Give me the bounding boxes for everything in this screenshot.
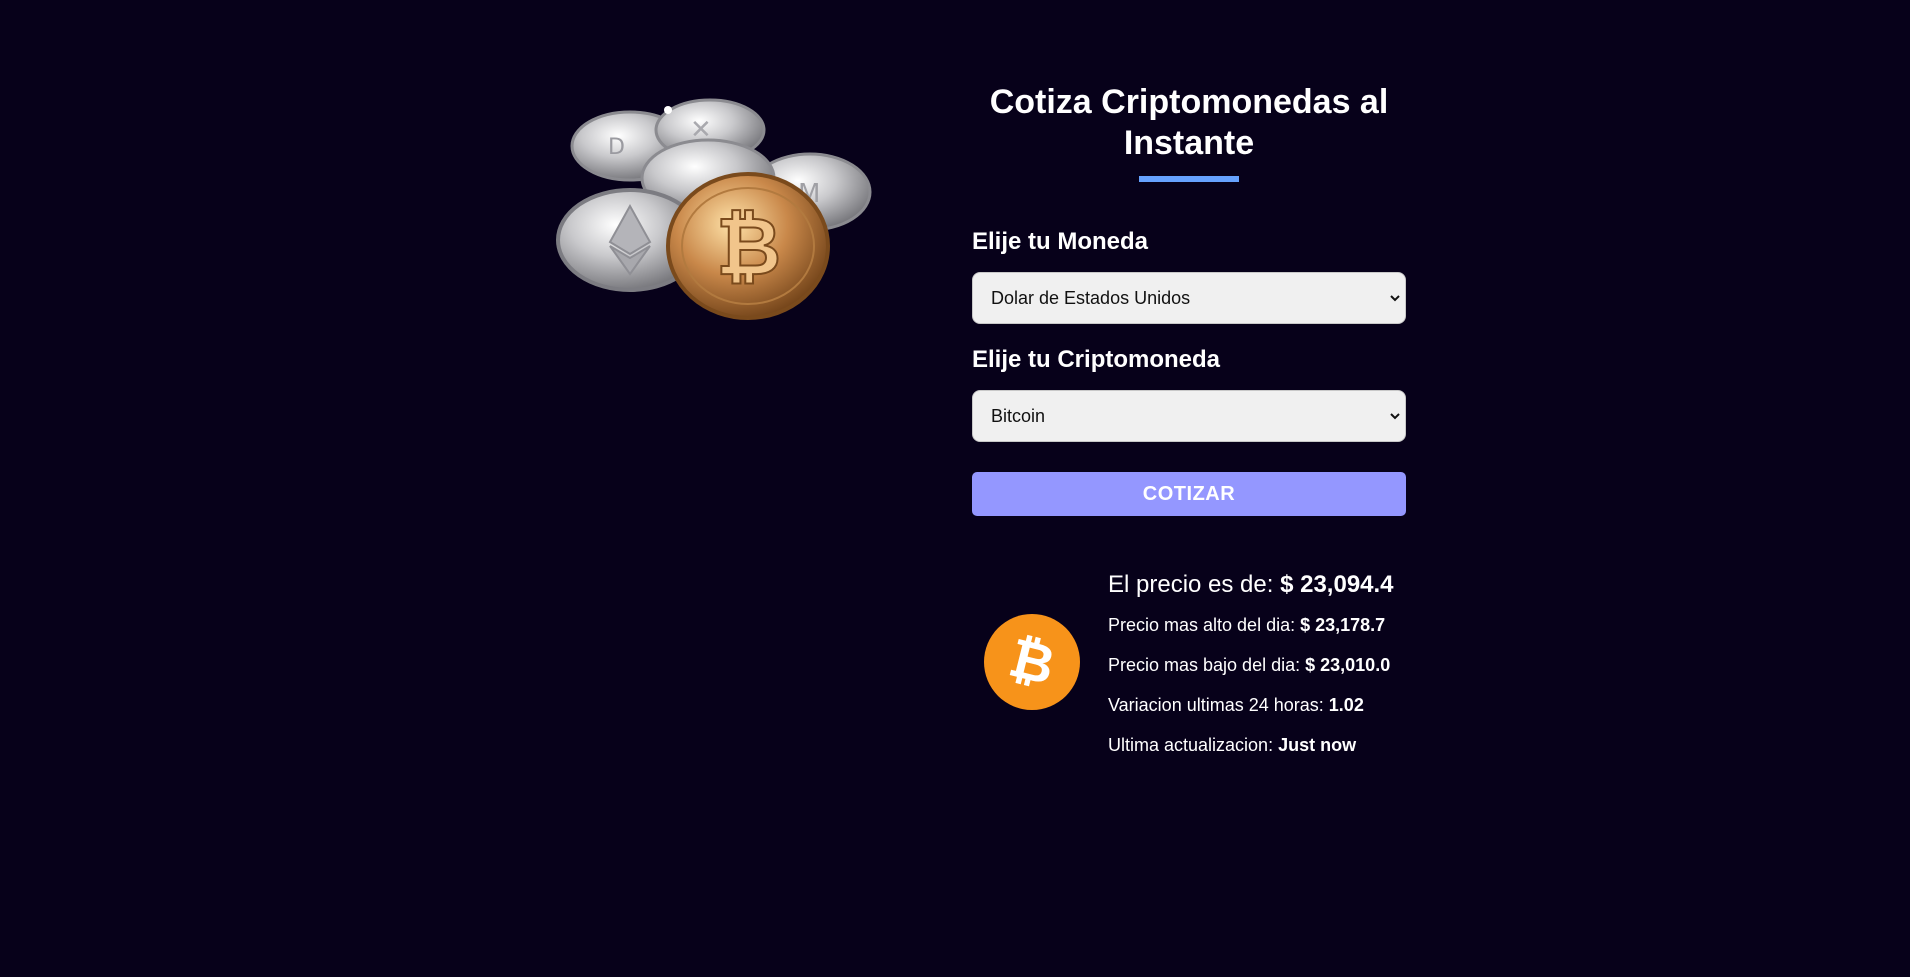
crypto-label: Elije tu Criptomoneda: [972, 346, 1221, 373]
quote-result: ₿ El precio es de: $ 23,094.4 Precio mas…: [972, 570, 1406, 770]
low-price-value: $ 23,010.0: [1305, 655, 1391, 675]
price-label: El precio es de:: [1108, 571, 1274, 598]
title-underline: [1139, 176, 1239, 182]
svg-text:D: D: [608, 135, 625, 160]
currency-label: Elije tu Moneda: [972, 228, 1149, 255]
cotizar-button[interactable]: COTIZAR: [972, 472, 1406, 516]
page: ✕ D M ₿ Cotiza Criptomonedas al Instante…: [0, 0, 1910, 977]
crypto-select[interactable]: Bitcoin: [972, 390, 1406, 442]
crypto-select-value: Bitcoin: [991, 406, 1046, 426]
high-price-line: Precio mas alto del dia: $ 23,178.7: [1108, 614, 1394, 636]
currency-select-value: Dolar de Estados Unidos: [991, 288, 1191, 308]
page-title: Cotiza Criptomonedas al Instante: [989, 83, 1389, 162]
svg-text:✕: ✕: [690, 115, 712, 145]
low-price-label: Precio mas bajo del dia:: [1108, 655, 1301, 675]
bitcoin-logo-icon: ₿: [984, 614, 1080, 710]
svg-text:₿: ₿: [716, 200, 781, 293]
low-price-line: Precio mas bajo del dia: $ 23,010.0: [1108, 654, 1394, 676]
change-24h-value: 1.02: [1328, 695, 1364, 715]
quote-details: El precio es de: $ 23,094.4 Precio mas a…: [1108, 570, 1394, 774]
last-update-value: Just now: [1278, 735, 1357, 755]
chevron-down-icon: [1390, 413, 1400, 420]
last-update-label: Ultima actualizacion:: [1108, 735, 1274, 755]
high-price-label: Precio mas alto del dia:: [1108, 615, 1296, 635]
main-content: Cotiza Criptomonedas al Instante Elije t…: [972, 82, 1406, 770]
change-24h-label: Variacion ultimas 24 horas:: [1108, 695, 1324, 715]
last-update-line: Ultima actualizacion: Just now: [1108, 734, 1394, 756]
crypto-coins-image: ✕ D M ₿: [540, 88, 880, 328]
chevron-down-icon: [1390, 295, 1400, 302]
currency-select[interactable]: Dolar de Estados Unidos: [972, 272, 1406, 324]
change-24h-line: Variacion ultimas 24 horas: 1.02: [1108, 694, 1394, 716]
price-value: $ 23,094.4: [1280, 571, 1394, 598]
price-line: El precio es de: $ 23,094.4: [1108, 570, 1394, 600]
high-price-value: $ 23,178.7: [1300, 615, 1386, 635]
